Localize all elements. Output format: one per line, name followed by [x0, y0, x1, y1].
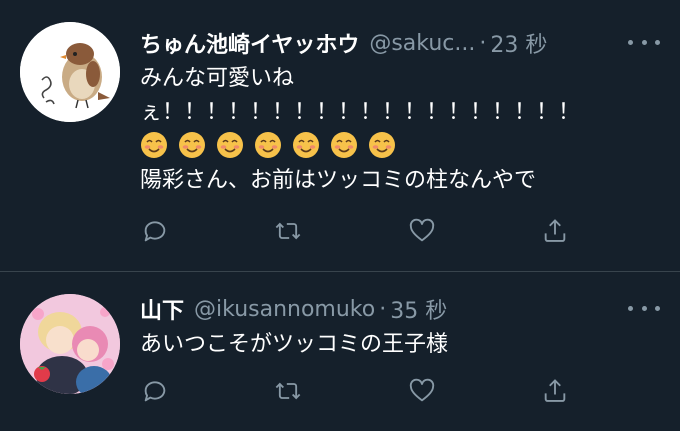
retweet-icon[interactable] [273, 216, 303, 246]
retweet-icon[interactable] [273, 376, 303, 406]
tweet-text: みんな可愛いね ぇ！！！！！！！！！！！！！！！！！！！ 陽彩さん、お前はツッコ… [140, 62, 660, 198]
tweet[interactable]: ちゅん池崎イヤッホウ @sakuc... · 23 秒 みんな可愛いね ぇ！！！… [0, 0, 680, 272]
separator-dot: · [379, 296, 387, 322]
smiling-face-emoji-icon [368, 131, 396, 159]
smiling-face-emoji-icon [216, 131, 244, 159]
smiling-face-emoji-icon [140, 131, 168, 159]
more-options-icon[interactable] [628, 298, 660, 318]
timestamp[interactable]: 23 秒 [490, 27, 547, 59]
tweet-actions [140, 376, 660, 406]
share-icon[interactable] [540, 216, 570, 246]
emoji-row [140, 130, 660, 164]
reply-icon[interactable] [140, 216, 170, 246]
tweet-text-line: みんな可愛いね [140, 66, 295, 91]
bird-avatar-image [20, 22, 120, 122]
display-name[interactable]: 山下 [140, 293, 184, 325]
tweet-text-line: あいつこそがツッコミの王子様 [140, 332, 449, 357]
display-name[interactable]: ちゅん池崎イヤッホウ [140, 27, 359, 59]
tweet-text-line: 陽彩さん、お前はツッコミの柱なんやで [140, 168, 537, 193]
smiling-face-emoji-icon [254, 131, 282, 159]
avatar[interactable] [20, 22, 120, 122]
tweet-header: 山下 @ikusannomuko · 35 秒 [140, 292, 660, 326]
timeline: ちゅん池崎イヤッホウ @sakuc... · 23 秒 みんな可愛いね ぇ！！！… [0, 0, 680, 431]
smiling-face-emoji-icon [330, 131, 358, 159]
smiling-face-emoji-icon [178, 131, 206, 159]
separator-dot: · [479, 30, 487, 56]
tweet-header: ちゅん池崎イヤッホウ @sakuc... · 23 秒 [140, 26, 660, 60]
like-icon[interactable] [407, 376, 437, 406]
tweet-text-line: ぇ！！！！！！！！！！！！！！！！！！！ [140, 100, 581, 125]
tweet-actions [140, 216, 660, 246]
avatar[interactable] [20, 294, 120, 394]
reply-icon[interactable] [140, 376, 170, 406]
tweet-content: 山下 @ikusannomuko · 35 秒 あいつこそがツッコミの王子様 [140, 292, 660, 402]
user-handle[interactable]: @ikusannomuko [194, 297, 375, 322]
anime-avatar-image [20, 294, 120, 394]
more-options-icon[interactable] [628, 32, 660, 52]
smiling-face-emoji-icon [292, 131, 320, 159]
tweet-text: あいつこそがツッコミの王子様 [140, 328, 660, 362]
timestamp[interactable]: 35 秒 [390, 293, 447, 325]
like-icon[interactable] [407, 216, 437, 246]
tweet[interactable]: 山下 @ikusannomuko · 35 秒 あいつこそがツッコミの王子様 [0, 272, 680, 431]
user-handle[interactable]: @sakuc... [369, 31, 475, 56]
tweet-content: ちゅん池崎イヤッホウ @sakuc... · 23 秒 みんな可愛いね ぇ！！！… [140, 26, 660, 242]
share-icon[interactable] [540, 376, 570, 406]
